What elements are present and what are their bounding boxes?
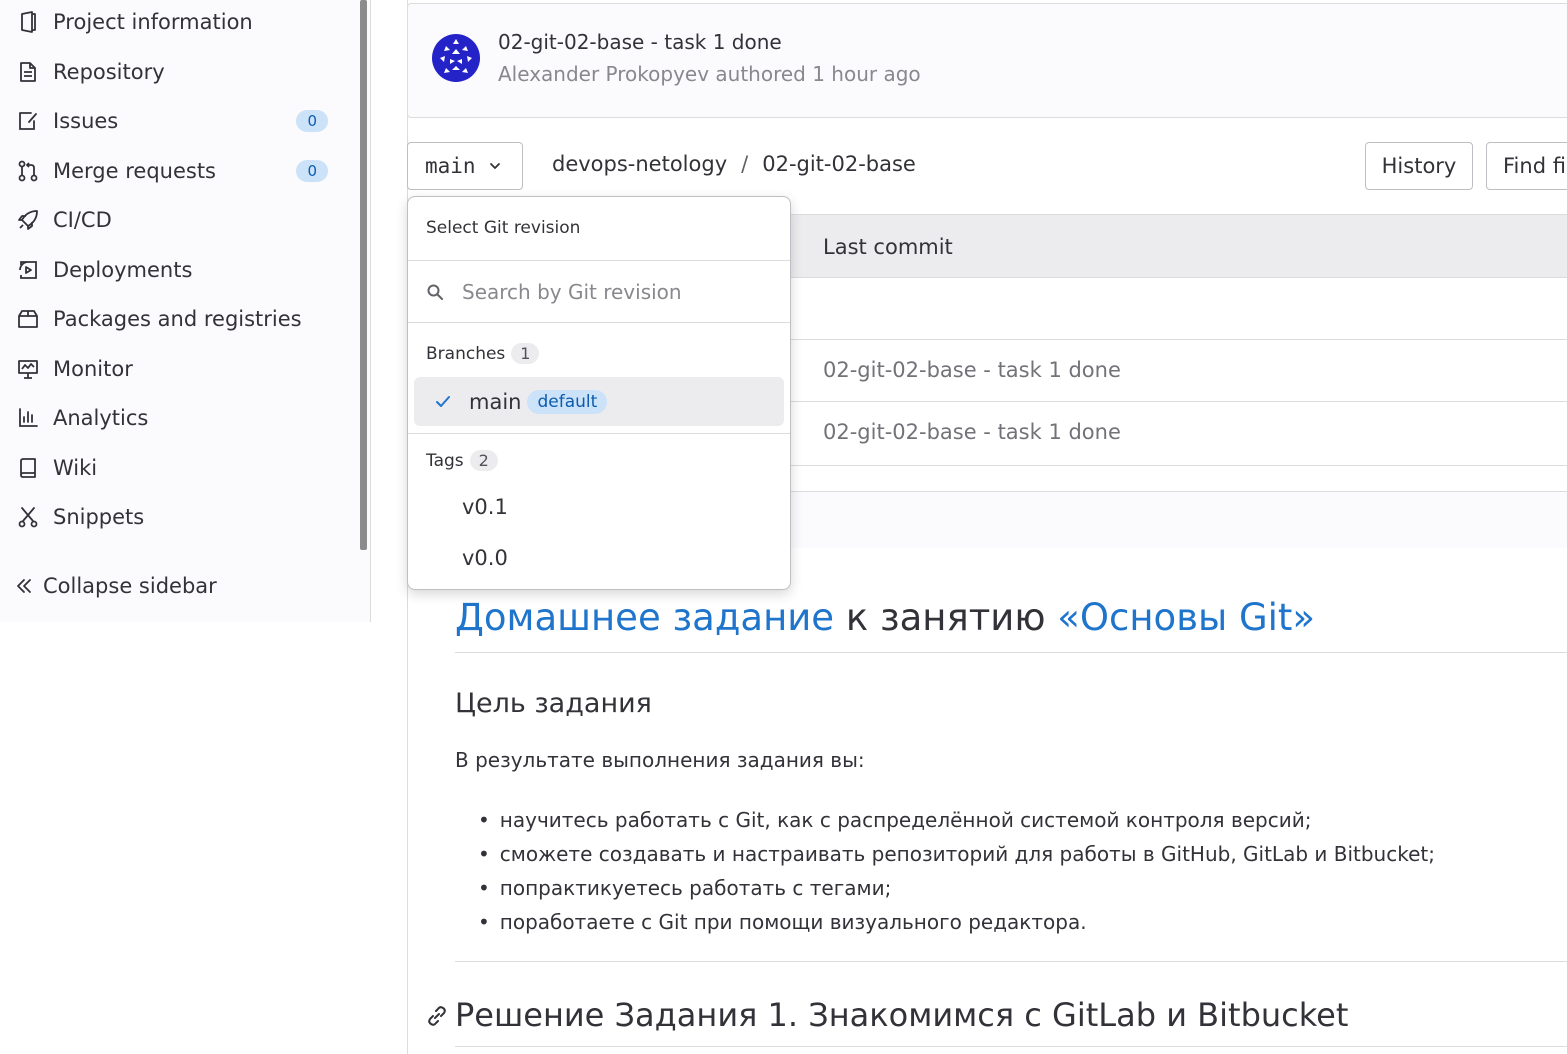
branch-selector-button[interactable]: main bbox=[407, 142, 523, 190]
chevron-down-icon bbox=[489, 163, 500, 169]
sidebar-item-label: Wiki bbox=[53, 456, 98, 480]
commit-meta: Alexander Prokopyev authored 1 hour ago bbox=[498, 62, 921, 86]
package-icon bbox=[16, 307, 40, 331]
book-icon bbox=[16, 456, 40, 480]
tag-option-v0-0[interactable]: v0.0 bbox=[462, 546, 508, 570]
document-icon bbox=[16, 60, 40, 84]
git-revision-dropdown: Select Git revision Branches 1 main defa… bbox=[407, 196, 791, 590]
readme-goal-list: научитесь работать с Git, как с распреде… bbox=[478, 803, 1435, 939]
sidebar: Project information Repository Issues 0 … bbox=[0, 0, 371, 622]
project-icon bbox=[16, 10, 40, 34]
tag-option-v0-1[interactable]: v0.1 bbox=[462, 495, 508, 519]
readme-title-link-git-basics[interactable]: «Основы Git» bbox=[1057, 596, 1315, 639]
readme-title-text: к занятию bbox=[834, 596, 1058, 639]
list-item: научитесь работать с Git, как с распреде… bbox=[478, 803, 1435, 837]
breadcrumb: devops-netology / 02-git-02-base bbox=[552, 152, 916, 176]
revision-search[interactable] bbox=[408, 261, 790, 323]
sidebar-item-deployments[interactable]: Deployments bbox=[16, 250, 336, 290]
last-commit-panel: 02-git-02-base - task 1 done Alexander P… bbox=[407, 3, 1567, 118]
sidebar-item-merge-requests[interactable]: Merge requests 0 bbox=[16, 151, 336, 191]
sidebar-item-analytics[interactable]: Analytics bbox=[16, 398, 336, 438]
collapse-sidebar-label: Collapse sidebar bbox=[43, 574, 217, 598]
sidebar-item-label: Merge requests bbox=[53, 159, 216, 183]
branches-count-badge: 1 bbox=[511, 343, 540, 364]
sidebar-item-packages[interactable]: Packages and registries bbox=[16, 299, 336, 339]
sidebar-item-label: Deployments bbox=[53, 258, 193, 282]
monitor-icon bbox=[16, 357, 40, 381]
sidebar-item-snippets[interactable]: Snippets bbox=[16, 497, 336, 537]
search-input[interactable] bbox=[462, 280, 762, 304]
list-item: попрактикуетесь работать с тегами; bbox=[478, 871, 1435, 905]
sidebar-item-label: Repository bbox=[53, 60, 165, 84]
merge-request-icon bbox=[16, 159, 40, 183]
divider bbox=[455, 1046, 1567, 1047]
readme-title-link-homework[interactable]: Домашнее задание bbox=[455, 596, 834, 639]
tags-label: Tags bbox=[426, 450, 464, 471]
breadcrumb-project[interactable]: devops-netology bbox=[552, 152, 727, 176]
default-badge: default bbox=[527, 389, 608, 414]
chart-icon bbox=[16, 406, 40, 430]
branch-option-main[interactable]: main default bbox=[414, 377, 784, 426]
find-file-button[interactable]: Find fil bbox=[1486, 142, 1567, 190]
breadcrumb-separator: / bbox=[741, 152, 749, 176]
sidebar-item-project-information[interactable]: Project information bbox=[16, 2, 336, 42]
sidebar-item-label: Snippets bbox=[53, 505, 145, 529]
last-commit-column-header: Last commit bbox=[823, 235, 953, 259]
branches-label: Branches bbox=[426, 343, 506, 364]
history-button[interactable]: History bbox=[1365, 142, 1473, 190]
list-item: поработаете с Git при помощи визуального… bbox=[478, 905, 1435, 939]
divider bbox=[408, 322, 790, 323]
check-icon bbox=[436, 395, 450, 407]
row-commit-message[interactable]: 02-git-02-base - task 1 done bbox=[823, 420, 1121, 444]
snippet-icon bbox=[16, 505, 40, 529]
tags-count-badge: 2 bbox=[469, 450, 498, 471]
readme-task-heading: Решение Задания 1. Знакомимся с GitLab и… bbox=[455, 996, 1349, 1034]
divider bbox=[455, 652, 1567, 653]
sidebar-item-issues[interactable]: Issues 0 bbox=[16, 101, 336, 141]
branch-option-label: main bbox=[469, 389, 522, 414]
issues-icon bbox=[16, 109, 40, 133]
sidebar-item-label: Packages and registries bbox=[53, 307, 302, 331]
divider bbox=[455, 961, 1567, 962]
sidebar-item-label: Monitor bbox=[53, 357, 133, 381]
branch-name: main bbox=[425, 154, 476, 178]
branches-section-header: Branches 1 bbox=[426, 343, 540, 364]
sidebar-item-wiki[interactable]: Wiki bbox=[16, 448, 336, 488]
readme-title: Домашнее задание к занятию «Основы Git» bbox=[455, 596, 1315, 639]
sidebar-item-repository[interactable]: Repository bbox=[16, 52, 336, 92]
sidebar-item-label: Project information bbox=[53, 10, 253, 34]
count-badge: 0 bbox=[296, 110, 328, 132]
commit-title-link[interactable]: 02-git-02-base - task 1 done bbox=[498, 30, 782, 54]
deployments-icon bbox=[16, 258, 40, 282]
sidebar-item-cicd[interactable]: CI/CD bbox=[16, 200, 336, 240]
readme-section-heading: Цель задания bbox=[455, 688, 652, 719]
list-item: сможете создавать и настраивать репозито… bbox=[478, 837, 1435, 871]
divider bbox=[408, 433, 790, 434]
collapse-sidebar-button[interactable]: Collapse sidebar bbox=[12, 568, 217, 604]
sidebar-item-label: CI/CD bbox=[53, 208, 112, 232]
sidebar-item-label: Issues bbox=[53, 109, 119, 133]
search-icon bbox=[427, 284, 443, 300]
breadcrumb-folder[interactable]: 02-git-02-base bbox=[762, 152, 916, 176]
sidebar-scrollbar[interactable] bbox=[360, 0, 367, 550]
readme-intro: В результате выполнения задания вы: bbox=[455, 748, 865, 772]
chevron-double-left-icon bbox=[12, 574, 36, 598]
row-commit-message[interactable]: 02-git-02-base - task 1 done bbox=[823, 358, 1121, 382]
tags-section-header: Tags 2 bbox=[426, 450, 498, 471]
avatar[interactable] bbox=[432, 34, 480, 82]
sidebar-item-label: Analytics bbox=[53, 406, 149, 430]
sidebar-item-monitor[interactable]: Monitor bbox=[16, 349, 336, 389]
count-badge: 0 bbox=[296, 160, 328, 182]
rocket-icon bbox=[16, 208, 40, 232]
dropdown-header: Select Git revision bbox=[426, 218, 581, 238]
link-icon[interactable] bbox=[426, 1005, 448, 1027]
